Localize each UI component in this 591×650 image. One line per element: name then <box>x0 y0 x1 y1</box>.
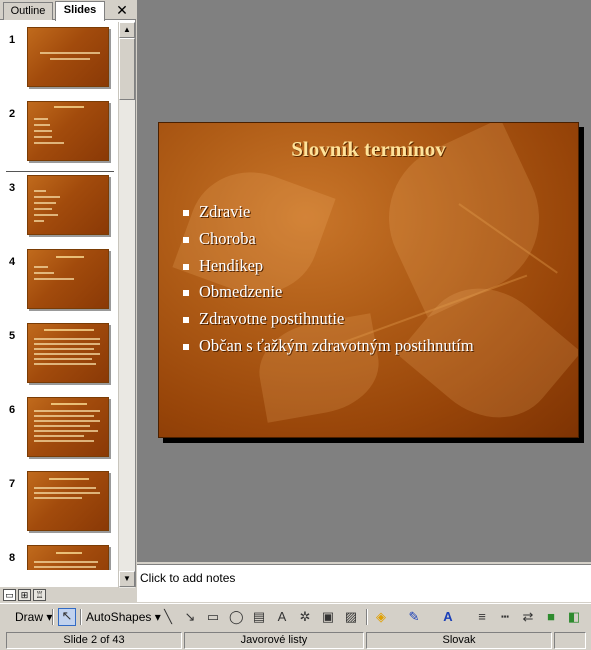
thumbnail-number: 6 <box>9 404 16 416</box>
thumbnail-number: 7 <box>9 478 16 490</box>
thumbnail-row-1[interactable]: 1 <box>0 22 118 92</box>
thumbnail-row-7[interactable]: 7 <box>0 466 118 536</box>
slide-thumbnail[interactable] <box>27 471 109 531</box>
close-icon[interactable]: ✕ <box>113 2 131 18</box>
bullet-item: Zdravie <box>183 199 474 226</box>
toolbar-separator <box>80 609 82 625</box>
selection-divider <box>6 171 114 172</box>
scroll-thumb[interactable] <box>119 38 135 100</box>
drawing-toolbar: Draw ▾ ↖ AutoShapes ▾ ╲ ↘ ▭ ◯ ▤ A ✲ ▣ ▨ … <box>0 603 591 629</box>
autoshapes-label: AutoShapes <box>86 610 152 624</box>
picture-icon[interactable]: ▨ <box>344 610 358 624</box>
design-template: Javorové listy <box>184 632 364 649</box>
slide-title[interactable]: Slovník termínov <box>159 137 578 162</box>
3d-style-icon[interactable]: ◧ <box>567 610 581 624</box>
thumbnail-number: 3 <box>9 182 16 194</box>
wordart-icon[interactable]: A <box>275 610 289 624</box>
slide-show-icon[interactable]: ♖ <box>33 589 46 601</box>
scroll-up-icon[interactable]: ▲ <box>119 22 135 38</box>
thumbnail-number: 4 <box>9 256 16 268</box>
line-color-icon[interactable]: ✎ <box>407 610 421 624</box>
arrow-icon[interactable]: ↘ <box>183 610 197 624</box>
rectangle-icon[interactable]: ▭ <box>206 610 220 624</box>
slide-thumbnail[interactable] <box>27 175 109 235</box>
slide-thumbnail-list: 1 2 3 4 5 6 7 8 <box>0 22 118 570</box>
tab-outline[interactable]: Outline <box>3 2 53 20</box>
thumbnail-row-3[interactable]: 3 <box>0 170 118 240</box>
normal-view-icon[interactable]: ▭ <box>3 589 16 601</box>
slide-thumbnail[interactable] <box>27 397 109 457</box>
thumbnail-number: 5 <box>9 330 16 342</box>
thumbnail-number: 8 <box>9 552 16 564</box>
thumbnail-row-2[interactable]: 2 <box>0 96 118 166</box>
clipart-icon[interactable]: ▣ <box>321 610 335 624</box>
thumbnail-row-5[interactable]: 5 <box>0 318 118 388</box>
line-style-icon[interactable]: ≡ <box>475 610 489 624</box>
line-icon[interactable]: ╲ <box>161 610 175 624</box>
arrow-style-icon[interactable]: ⇄ <box>521 610 535 624</box>
bullet-item: Občan s ťažkým zdravotným postihnutím <box>183 333 474 360</box>
bullet-list[interactable]: Zdravie Choroba Hendikep Obmedzenie Zdra… <box>183 199 474 360</box>
slide-thumbnail[interactable] <box>27 323 109 383</box>
draw-menu[interactable]: Draw ▾ <box>15 607 52 627</box>
thumbnail-scrollbar[interactable]: ▲ ▼ <box>118 22 135 588</box>
view-buttons: ▭ ⊞ ♖ <box>0 588 136 602</box>
toolbar-separator <box>366 609 368 625</box>
pane-tabs: Outline Slides ✕ <box>0 0 136 21</box>
tab-slides[interactable]: Slides <box>55 1 105 21</box>
shadow-icon[interactable]: ■ <box>544 610 558 624</box>
slide-thumbnail[interactable] <box>27 249 109 309</box>
bullet-item: Zdravotne postihnutie <box>183 306 474 333</box>
bullet-item: Hendikep <box>183 253 474 280</box>
oval-icon[interactable]: ◯ <box>229 610 244 624</box>
thumbnail-row-6[interactable]: 6 <box>0 392 118 462</box>
slide-thumbnail[interactable] <box>27 545 109 570</box>
language-indicator: Slovak <box>366 632 552 649</box>
slide-sorter-view-icon[interactable]: ⊞ <box>18 589 31 601</box>
status-bar: Slide 2 of 43 Javorové listy Slovak <box>0 630 591 650</box>
draw-label: Draw <box>15 610 44 624</box>
status-extra <box>554 632 586 649</box>
thumbnail-number: 2 <box>9 108 16 120</box>
diagram-icon[interactable]: ✲ <box>298 610 312 624</box>
toolbar-separator <box>52 609 54 625</box>
thumbnail-number: 1 <box>9 34 16 46</box>
notes-placeholder[interactable]: Click to add notes <box>140 571 235 585</box>
thumbnail-row-8[interactable]: 8 <box>0 540 118 570</box>
dash-style-icon[interactable]: ┅ <box>498 610 512 624</box>
slide-thumbnail[interactable] <box>27 27 109 87</box>
fill-color-icon[interactable]: ◈ <box>374 610 388 624</box>
slide-editing-area: Slovník termínov Zdravie Choroba Hendike… <box>137 0 591 562</box>
bullet-item: Obmedzenie <box>183 279 474 306</box>
scroll-down-icon[interactable]: ▼ <box>119 571 135 587</box>
autoshapes-menu[interactable]: AutoShapes ▾ <box>86 607 161 627</box>
notes-pane[interactable]: Click to add notes <box>137 564 591 602</box>
slide-counter: Slide 2 of 43 <box>6 632 182 649</box>
bullet-item: Choroba <box>183 226 474 253</box>
slide-thumbnail[interactable] <box>27 101 109 161</box>
select-pointer-icon[interactable]: ↖ <box>58 608 76 626</box>
slides-pane: Outline Slides ✕ 1 2 3 4 5 6 7 8 ▲ ▼ <box>0 0 136 588</box>
font-color-icon[interactable]: A <box>441 610 455 624</box>
current-slide[interactable]: Slovník termínov Zdravie Choroba Hendike… <box>158 122 579 438</box>
thumbnail-row-4[interactable]: 4 <box>0 244 118 314</box>
textbox-icon[interactable]: ▤ <box>252 610 266 624</box>
